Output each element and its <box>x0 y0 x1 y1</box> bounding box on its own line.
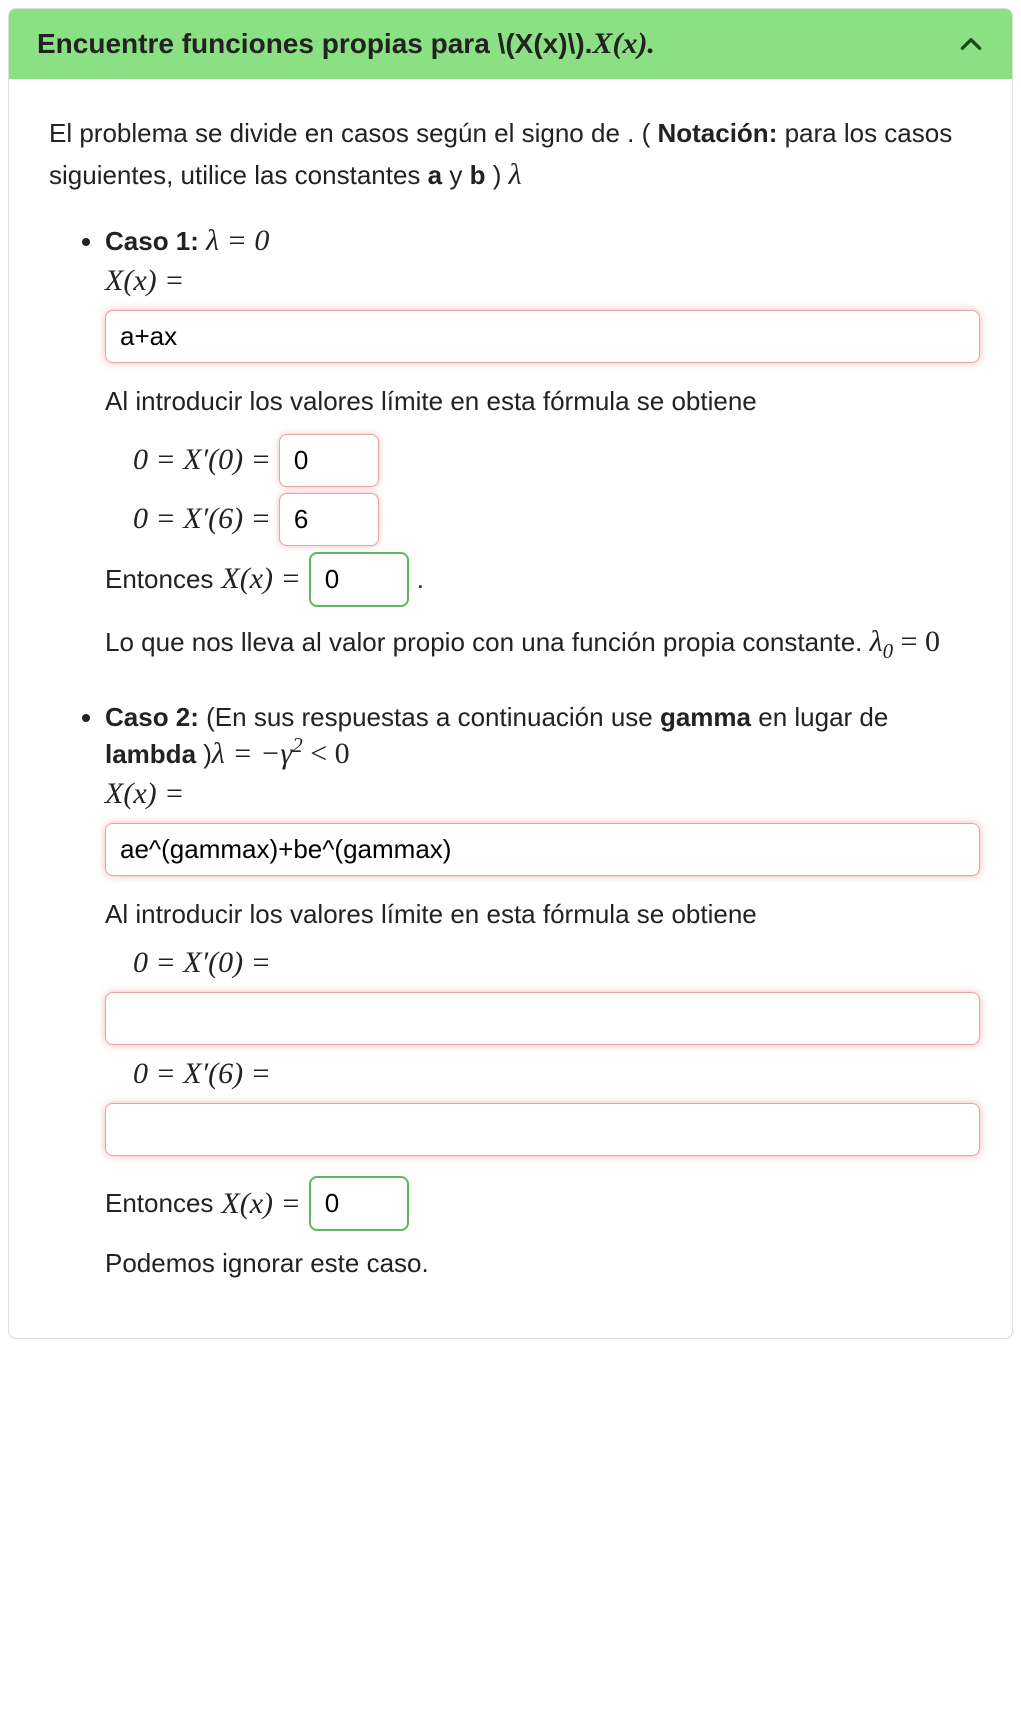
case1-xx-input[interactable] <box>105 310 980 363</box>
dot: . <box>417 564 424 595</box>
entonces-math: X(x) = <box>221 1187 300 1221</box>
eq-zero: = 0 <box>893 625 940 658</box>
cond-b: < 0 <box>303 737 350 770</box>
const-a: a <box>428 160 442 190</box>
case2-eq2-input[interactable] <box>105 1103 980 1156</box>
case1-text: Al introducir los valores límite en esta… <box>105 383 980 419</box>
entonces-math: X(x) = <box>221 562 300 596</box>
case2-eq-row-1: 0 = X′(0) = <box>105 946 980 980</box>
case1-eq-row-1: 0 = X′(0) = <box>105 434 980 487</box>
title-math: X(x). <box>592 27 655 60</box>
text-seg: Lo que nos lleva al valor propio con una… <box>105 627 870 657</box>
case2-eq-row-2: 0 = X′(6) = <box>105 1057 980 1091</box>
section-header[interactable]: Encuentre funciones propias para \(X(x)\… <box>9 9 1012 79</box>
title-prefix: Encuentre funciones propias para \(X(x)\… <box>37 28 592 59</box>
case1-entonces-input[interactable] <box>309 552 409 607</box>
case1-eq1-input[interactable] <box>279 434 379 487</box>
case-label: Caso 1: <box>105 226 199 256</box>
case1-conclusion: Lo que nos lleva al valor propio con una… <box>105 621 980 666</box>
case2-xx-input[interactable] <box>105 823 980 876</box>
eq-lhs: 0 = X′(0) = <box>133 946 271 980</box>
note-seg: ) <box>196 739 212 769</box>
lambda-symbol: λ <box>509 158 522 191</box>
case1-eq2-input[interactable] <box>279 493 379 546</box>
case2-eq1-input[interactable] <box>105 992 980 1045</box>
x-of-x: X(x) = <box>105 777 184 810</box>
intro-bold: Notación: <box>657 118 777 148</box>
intro-segment: El problema se divide en casos según el … <box>49 118 657 148</box>
intro-segment: y <box>442 160 469 190</box>
section-body: El problema se divide en casos según el … <box>9 79 1012 1338</box>
case-2: Caso 2: (En sus respuestas a continuació… <box>105 702 980 1282</box>
lambda-word: lambda <box>105 739 196 769</box>
eq-lhs: 0 = X′(6) = <box>133 1057 271 1091</box>
intro-text: El problema se divide en casos según el … <box>49 115 980 196</box>
eq-lhs: 0 = X′(6) = <box>133 502 271 536</box>
case-label: Caso 2: <box>105 702 199 732</box>
intro-segment: ) <box>485 160 508 190</box>
case-1: Caso 1: λ = 0 X(x) = Al introducir los v… <box>105 224 980 666</box>
case1-entonces-row: Entonces X(x) = . <box>105 552 980 607</box>
case-condition: λ = 0 <box>206 224 269 257</box>
const-b: b <box>470 160 486 190</box>
entonces-label: Entonces <box>105 564 213 595</box>
note-seg: (En sus respuestas a continuación use <box>199 702 660 732</box>
gamma-word: gamma <box>660 702 751 732</box>
note-seg: en lugar de <box>751 702 888 732</box>
section-title: Encuentre funciones propias para \(X(x)\… <box>37 27 655 61</box>
entonces-label: Entonces <box>105 1188 213 1219</box>
eq-lhs: 0 = X′(0) = <box>133 443 271 477</box>
case2-conclusion: Podemos ignorar este caso. <box>105 1245 980 1281</box>
lambda-sym: λ <box>870 625 883 658</box>
x-of-x: X(x) = <box>105 264 184 297</box>
cond-a: λ = −γ <box>212 737 292 770</box>
case2-text: Al introducir los valores límite en esta… <box>105 896 980 932</box>
cond-exp: 2 <box>292 733 303 757</box>
lambda-sub: 0 <box>883 639 894 663</box>
case2-entonces-input[interactable] <box>309 1176 409 1231</box>
chevron-up-icon[interactable] <box>958 31 984 57</box>
case2-entonces-row: Entonces X(x) = <box>105 1176 980 1231</box>
case1-eq-row-2: 0 = X′(6) = <box>105 493 980 546</box>
